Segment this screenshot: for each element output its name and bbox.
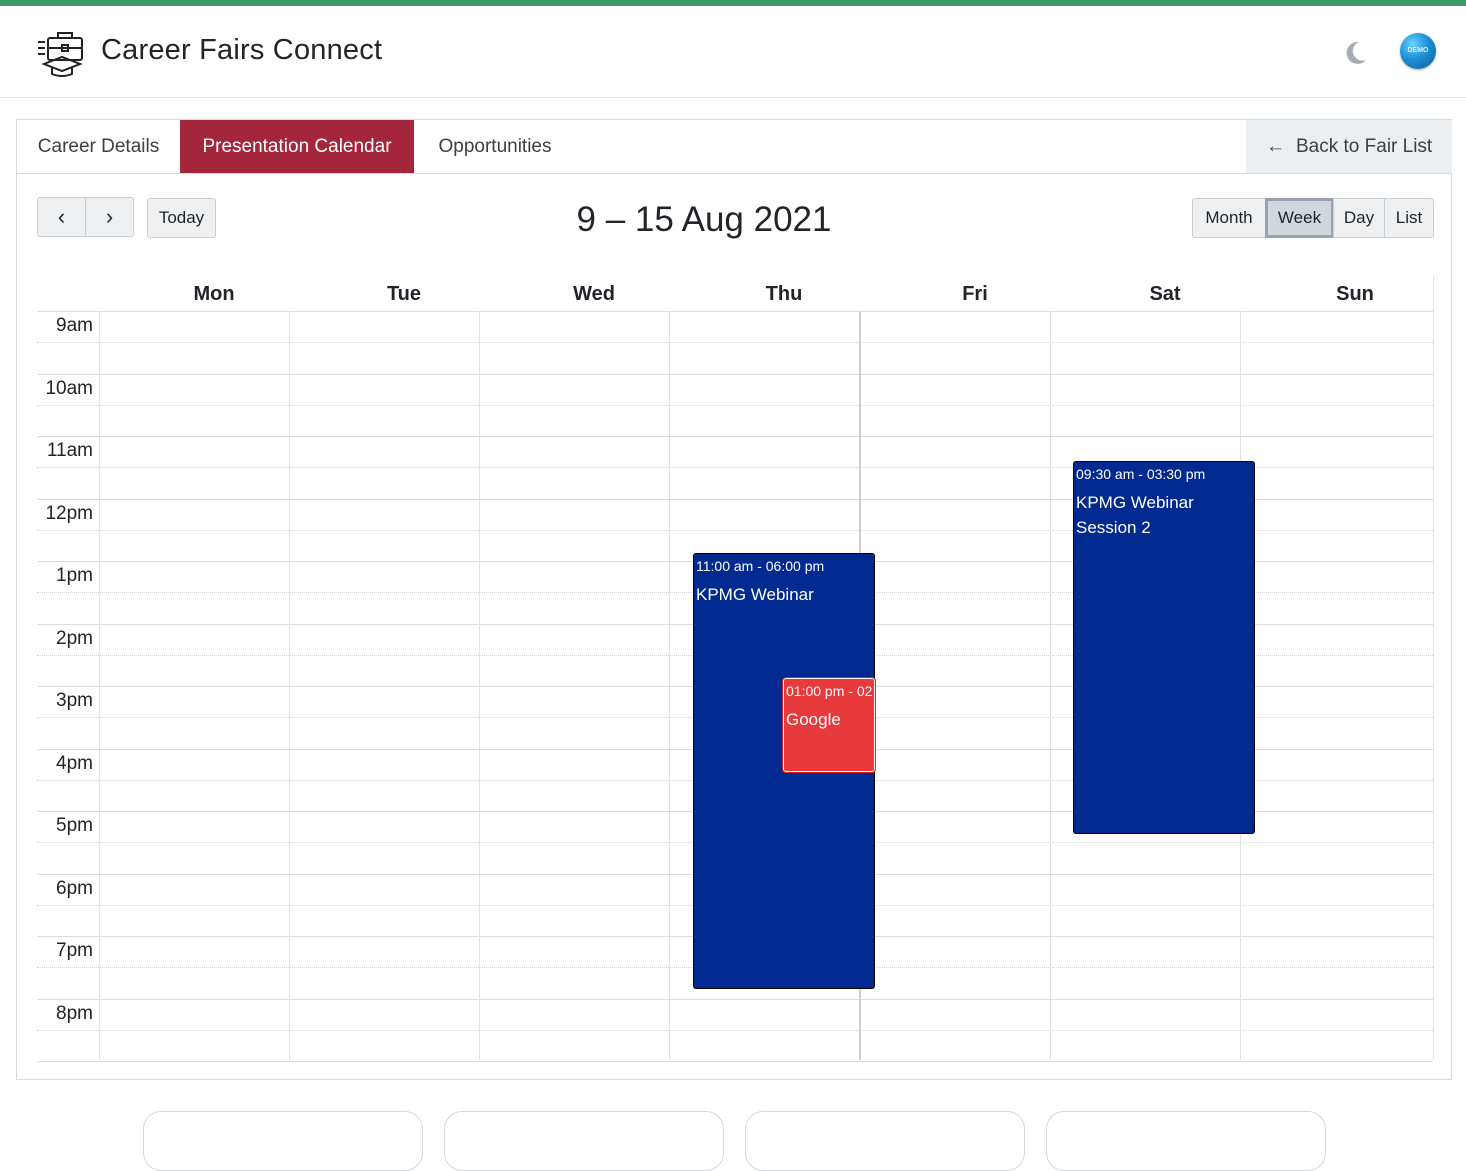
event-time: 01:00 pm - 02: [786, 683, 873, 699]
time-label: 5pm: [56, 815, 93, 836]
time-label: 7pm: [56, 940, 93, 961]
time-label: 4pm: [56, 752, 93, 774]
back-button-label: Back to Fair List: [1296, 136, 1433, 157]
time-label: 12pm: [45, 502, 93, 524]
summary-card: [745, 1111, 1025, 1171]
day-header-wed: Wed: [573, 283, 615, 305]
view-day-button[interactable]: Day: [1333, 198, 1385, 238]
event-title: Google: [786, 710, 841, 729]
view-month-button[interactable]: Month: [1192, 198, 1266, 238]
summary-card: [1046, 1111, 1326, 1171]
hour-line: [37, 998, 1433, 1000]
hour-line: [37, 436, 1433, 437]
day-header-sun: Sun: [1336, 283, 1374, 305]
day-column-line: [479, 311, 480, 1060]
summary-card: [444, 1111, 724, 1171]
half-hour-line: [37, 404, 1433, 406]
summary-card: [143, 1111, 423, 1171]
grid-bottom-line: [37, 1061, 1433, 1062]
time-label: 11am: [46, 440, 93, 461]
app-title[interactable]: Career Fairs Connect: [101, 34, 382, 67]
half-hour-line: [37, 1029, 1433, 1031]
event-title: KPMG Webinar: [696, 585, 814, 604]
day-header-fri: Fri: [962, 283, 988, 305]
week-time-grid: Mon Tue Wed Thu Fri Sat Sun 9am 10am 11am 1…: [37, 275, 1434, 1062]
back-to-fair-list-button[interactable]: ← Back to Fair List: [1246, 120, 1452, 173]
event-google[interactable]: 01:00 pm - 02 Google: [782, 677, 876, 773]
hour-line: [37, 373, 1433, 375]
day-header-tue: Tue: [386, 283, 422, 305]
arrow-left-icon: ←: [1266, 136, 1285, 157]
tab-presentation-calendar[interactable]: Presentation Calendar: [180, 120, 414, 173]
day-column-line: [289, 311, 290, 1060]
user-avatar[interactable]: DEMO: [1400, 33, 1436, 69]
day-column-line: [669, 311, 670, 1060]
fair-detail-card: Career Details Presentation Calendar Opp…: [16, 119, 1452, 1080]
event-time: 11:00 am - 06:00 pm: [696, 558, 825, 574]
time-label: 3pm: [56, 690, 93, 711]
day-column-line: [99, 311, 100, 1060]
app-header: Career Fairs Connect DEMO: [0, 6, 1466, 98]
hour-line: [37, 311, 1433, 312]
moon-icon[interactable]: [1340, 38, 1370, 68]
time-label: 9am: [56, 315, 93, 336]
tab-bar: Career Details Presentation Calendar Opp…: [17, 120, 1452, 174]
event-title: KPMG Webinar Session 2: [1076, 493, 1194, 537]
half-hour-line: [37, 342, 1433, 343]
day-header-mon: Mon: [193, 283, 235, 305]
time-label: 10am: [45, 377, 93, 399]
time-label: 1pm: [56, 565, 93, 586]
day-header-sat: Sat: [1149, 283, 1181, 305]
time-label: 8pm: [56, 1002, 93, 1024]
event-time: 09:30 am - 03:30 pm: [1076, 466, 1206, 482]
grid-right-border: [1433, 275, 1434, 1060]
view-week-button[interactable]: Week: [1265, 198, 1334, 238]
tab-opportunities[interactable]: Opportunities: [414, 120, 576, 173]
day-header-thu: Thu: [765, 283, 803, 305]
time-label: 6pm: [56, 877, 93, 899]
event-kpmg-webinar-session-2[interactable]: 09:30 am - 03:30 pm KPMG Webinar Session…: [1073, 461, 1255, 834]
day-column-line: [1050, 311, 1051, 1060]
tab-career-details[interactable]: Career Details: [17, 120, 180, 173]
time-label: 2pm: [56, 627, 93, 649]
career-fair-logo-icon: [38, 32, 83, 77]
view-list-button[interactable]: List: [1384, 198, 1434, 238]
date-range-title: 9 – 15 Aug 2021: [576, 200, 832, 239]
